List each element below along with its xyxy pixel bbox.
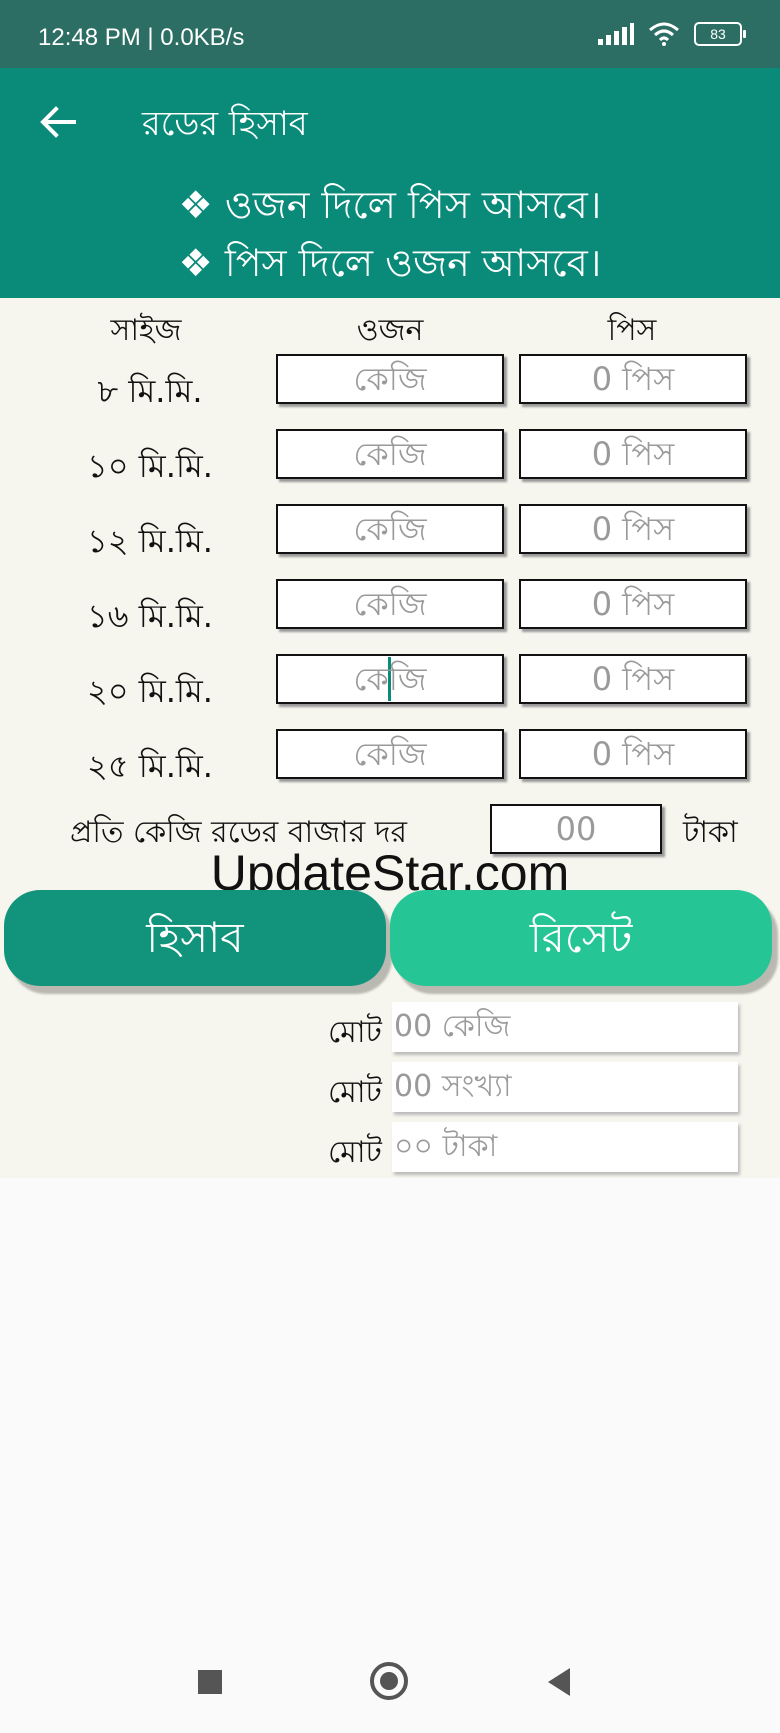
total-label: মোট: [328, 1015, 382, 1050]
rod-row-25mm: ২৫ মি.মি. কেজি 0 পিস: [0, 729, 780, 804]
status-bar: 12:48 PM | 0.0KB/s 83: [0, 0, 780, 68]
calculate-button[interactable]: হিসাব: [4, 890, 386, 986]
weight-input-focused[interactable]: কেজি: [276, 654, 504, 704]
piece-input[interactable]: 0 পিস: [519, 354, 747, 404]
rod-row-8mm: ৮ মি.মি. কেজি 0 পিস: [0, 354, 780, 429]
total-count-row: মোট 00 সংখ্যা: [0, 1062, 780, 1118]
total-count-field: 00 সংখ্যা: [392, 1062, 738, 1112]
size-label: ১০ মি.মি.: [87, 447, 213, 485]
back-arrow-icon[interactable]: [34, 98, 82, 146]
size-label: ৮ মি.মি.: [97, 372, 203, 410]
nav-back-icon[interactable]: [548, 1668, 570, 1696]
header-size: সাইজ: [110, 313, 182, 348]
app-bar: রডের হিসাব: [0, 68, 780, 176]
total-label: মোট: [328, 1135, 382, 1170]
status-icons: 83: [598, 22, 746, 46]
reset-button[interactable]: রিসেট: [390, 890, 772, 986]
size-label: ১৬ মি.মি.: [87, 597, 213, 635]
rod-row-16mm: ১৬ মি.মি. কেজি 0 পিস: [0, 579, 780, 654]
header-weight: ওজন: [356, 313, 424, 348]
calculator-form: সাইজ ওজন পিস ৮ মি.মি. কেজি 0 পিস ১০ মি.ম…: [0, 298, 780, 1178]
total-label: মোট: [328, 1075, 382, 1110]
size-label: ২৫ মি.মি.: [87, 747, 213, 785]
piece-input[interactable]: 0 পিস: [519, 504, 747, 554]
rod-row-20mm: ২০ মি.মি. কেজি 0 পিস: [0, 654, 780, 729]
size-label: ১২ মি.মি.: [87, 522, 213, 560]
wifi-icon: [649, 22, 679, 46]
total-weight-field: 00 কেজি: [392, 1002, 738, 1052]
header-piece: পিস: [607, 313, 657, 348]
total-weight-row: মোট 00 কেজি: [0, 1002, 780, 1058]
home-icon[interactable]: [370, 1662, 408, 1700]
rod-row-12mm: ১২ মি.মি. কেজি 0 পিস: [0, 504, 780, 579]
signal-icon: [598, 23, 634, 45]
rod-row-10mm: ১০ মি.মি. কেজি 0 পিস: [0, 429, 780, 504]
recents-icon[interactable]: [198, 1670, 222, 1694]
placeholder-part-a: কে: [353, 660, 389, 698]
total-price-field: ০০ টাকা: [392, 1122, 738, 1172]
weight-input[interactable]: কেজি: [276, 429, 504, 479]
weight-input[interactable]: কেজি: [276, 579, 504, 629]
piece-input[interactable]: 0 পিস: [519, 579, 747, 629]
weight-input[interactable]: কেজি: [276, 729, 504, 779]
piece-input[interactable]: 0 পিস: [519, 429, 747, 479]
system-nav-bar: [0, 1640, 780, 1733]
instruction-line-1: ❖ ওজন দিলে পিস আসবে।: [178, 183, 602, 227]
piece-input[interactable]: 0 পিস: [519, 654, 747, 704]
weight-input[interactable]: কেজি: [276, 504, 504, 554]
piece-input[interactable]: 0 পিস: [519, 729, 747, 779]
total-price-row: মোট ০০ টাকা: [0, 1122, 780, 1178]
instruction-banner: ❖ ওজন দিলে পিস আসবে। ❖ পিস দিলে ওজন আসবে…: [0, 176, 780, 298]
size-label: ২০ মি.মি.: [87, 672, 213, 710]
status-time: 12:48 PM | 0.0KB/s: [38, 24, 245, 51]
placeholder-part-b: জি: [388, 660, 427, 698]
battery-icon: 83: [694, 22, 746, 46]
page-title: রডের হিসাব: [142, 104, 308, 144]
weight-input[interactable]: কেজি: [276, 354, 504, 404]
instruction-line-2: ❖ পিস দিলে ওজন আসবে।: [178, 241, 602, 285]
